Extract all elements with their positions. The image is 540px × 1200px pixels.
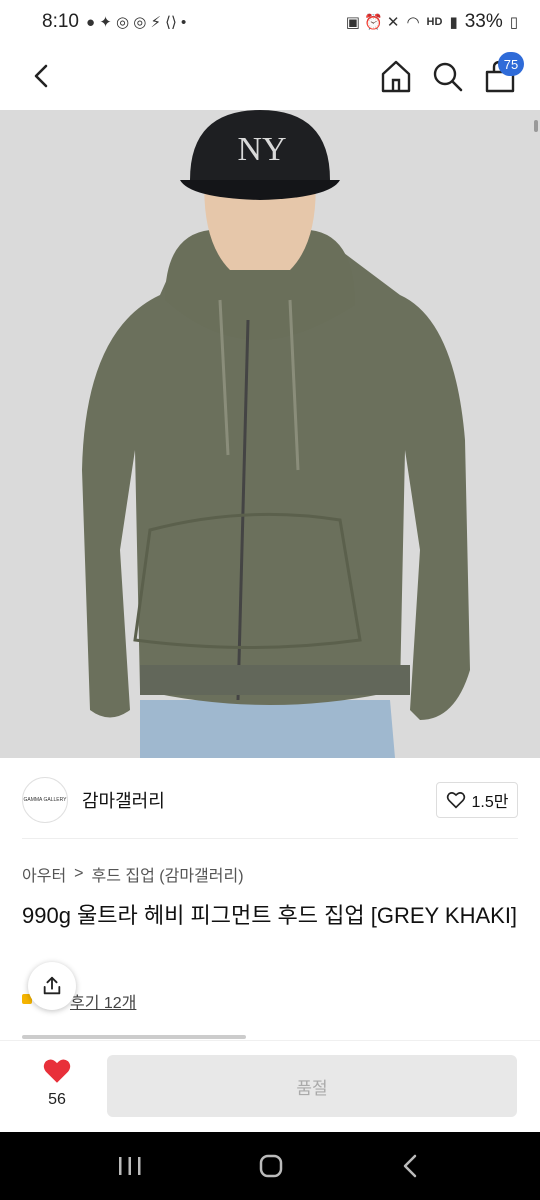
breadcrumb-subcategory[interactable]: 후드 집업 (감마갤러리) bbox=[92, 862, 244, 886]
product-image[interactable]: NY bbox=[0, 110, 540, 758]
brand-logo[interactable]: GAMMA GALLERY bbox=[22, 777, 68, 823]
wishlist-button[interactable]: 56 bbox=[34, 1057, 80, 1109]
app-bar: 75 bbox=[0, 44, 540, 110]
soldout-button[interactable]: 품절 bbox=[107, 1055, 517, 1117]
bottom-action-bar: 56 품절 bbox=[0, 1040, 540, 1133]
signal-icon: ▮ bbox=[449, 14, 458, 31]
breadcrumb: 아우터 > 후드 집업 (감마갤러리) bbox=[22, 862, 244, 886]
heart-filled-icon bbox=[43, 1059, 71, 1083]
option-strip bbox=[22, 1035, 246, 1039]
back-nav-icon[interactable] bbox=[399, 1153, 423, 1179]
divider bbox=[22, 838, 518, 839]
brand-name[interactable]: 감마갤러리 bbox=[82, 787, 165, 813]
home-icon[interactable] bbox=[380, 56, 412, 96]
battery-level: 33% bbox=[464, 11, 503, 32]
wifi-icon: ◠ bbox=[406, 14, 420, 31]
brand-like-count: 1.5만 bbox=[471, 794, 509, 811]
system-icons: ▣ ⏰ ✕ bbox=[345, 14, 400, 31]
home-nav-icon[interactable] bbox=[258, 1153, 284, 1179]
share-icon bbox=[43, 976, 61, 995]
brand-row[interactable]: GAMMA GALLERY 감마갤러리 1.5만 bbox=[22, 776, 518, 824]
share-button[interactable] bbox=[28, 962, 76, 1010]
back-icon[interactable] bbox=[26, 60, 58, 92]
recent-apps-icon[interactable] bbox=[117, 1154, 143, 1178]
cart-button[interactable]: 75 bbox=[484, 52, 524, 96]
breadcrumb-category[interactable]: 아우터 bbox=[22, 862, 66, 886]
svg-text:NY: NY bbox=[237, 131, 286, 168]
status-bar: 8:10 ● ✦ ◎ ◎ ⚡ ⟨⟩ • ▣ ⏰ ✕ ◠ HD ▮ 33% ▯ bbox=[0, 0, 540, 44]
heart-outline-icon bbox=[446, 792, 465, 809]
system-nav-bar bbox=[0, 1132, 540, 1200]
hd-label: HD bbox=[426, 16, 443, 28]
wishlist-count: 56 bbox=[48, 1091, 66, 1108]
notification-icons: ● ✦ ◎ ◎ ⚡ ⟨⟩ • bbox=[85, 14, 187, 31]
time: 8:10 bbox=[42, 11, 79, 32]
product-title: 990g 울트라 헤비 피그먼트 후드 집업 [GREY KHAKI] bbox=[22, 903, 518, 928]
search-icon[interactable] bbox=[432, 56, 464, 96]
cart-count-badge: 75 bbox=[498, 52, 524, 76]
battery-icon: ▯ bbox=[509, 14, 518, 31]
hoodie-model-illustration: NY bbox=[0, 110, 540, 758]
brand-like-button[interactable]: 1.5만 bbox=[436, 782, 518, 818]
scroll-indicator bbox=[534, 120, 538, 132]
breadcrumb-separator: > bbox=[74, 865, 84, 882]
